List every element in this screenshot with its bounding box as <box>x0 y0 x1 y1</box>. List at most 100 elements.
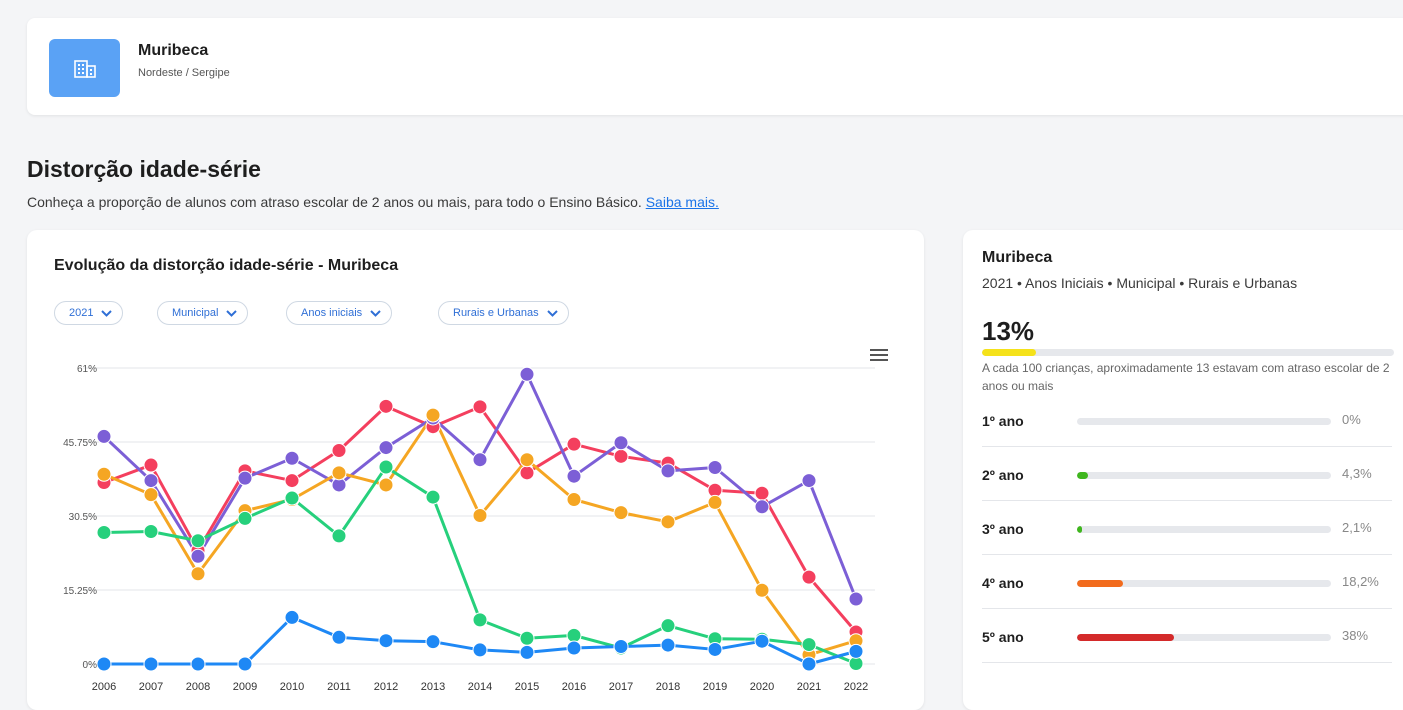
data-point <box>801 637 817 653</box>
data-point <box>707 494 723 510</box>
city-name: Muribeca <box>138 42 209 59</box>
grade-row: 1º ano 0% <box>982 393 1392 447</box>
series-line <box>103 465 857 665</box>
grade-label: 1º ano <box>982 413 1024 429</box>
grade-label: 4º ano <box>982 575 1024 591</box>
data-point <box>754 485 770 501</box>
data-point <box>660 637 676 653</box>
grade-label: 3º ano <box>982 521 1024 537</box>
data-point <box>331 629 347 645</box>
grade-row: 2º ano 4,3% <box>982 447 1392 501</box>
grade-bar <box>1077 634 1331 641</box>
learn-more-link[interactable]: Saiba mais. <box>646 194 719 210</box>
grade-value: 0% <box>1342 412 1361 427</box>
grade-value: 4,3% <box>1342 466 1372 481</box>
data-point <box>237 510 253 526</box>
x-tick-label: 2016 <box>562 681 586 691</box>
summary-title: Muribeca <box>982 249 1053 266</box>
data-point <box>801 656 817 672</box>
data-point <box>378 633 394 649</box>
data-point <box>566 640 582 656</box>
data-point <box>378 459 394 475</box>
data-point <box>378 398 394 414</box>
data-point <box>378 477 394 493</box>
section-title: Distorção idade-série <box>27 156 261 182</box>
city-card: Muribeca Nordeste / Sergipe <box>27 18 1403 115</box>
data-point <box>96 428 112 444</box>
x-tick-label: 2014 <box>468 681 492 691</box>
data-point <box>237 656 253 672</box>
data-point <box>566 468 582 484</box>
data-point <box>613 448 629 464</box>
grade-bar-fill <box>1077 526 1083 533</box>
data-point <box>660 514 676 530</box>
data-point <box>331 442 347 458</box>
data-point <box>143 457 159 473</box>
data-point <box>472 508 488 524</box>
data-point <box>519 644 535 660</box>
data-point <box>190 656 206 672</box>
data-point <box>143 656 159 672</box>
x-tick-label: 2020 <box>750 681 774 691</box>
x-tick-label: 2021 <box>797 681 821 691</box>
summary-progress-bar <box>982 349 1394 356</box>
x-tick-label: 2015 <box>515 681 539 691</box>
data-point <box>425 407 441 423</box>
x-tick-label: 2008 <box>186 681 210 691</box>
line-chart: 0% 15.25% 30.5% 45.75% 61% 2006 2007 2008 2009 20… <box>63 364 875 691</box>
grade-label: 5º ano <box>982 629 1024 645</box>
data-point <box>707 459 723 475</box>
grade-bar <box>1077 418 1331 425</box>
x-tick-label: 2011 <box>327 681 351 691</box>
grade-bar-fill <box>1077 472 1088 479</box>
data-point <box>707 641 723 657</box>
data-point <box>472 612 488 628</box>
data-point <box>801 473 817 489</box>
data-point <box>566 492 582 508</box>
x-tick-label: 2019 <box>703 681 727 691</box>
data-point <box>425 634 441 650</box>
grade-value: 2,1% <box>1342 520 1372 535</box>
grade-row: 4º ano 18,2% <box>982 555 1392 609</box>
grade-bar <box>1077 580 1331 587</box>
summary-card: Muribeca 2021 • Anos Iniciais • Municipa… <box>963 230 1403 710</box>
data-point <box>284 450 300 466</box>
data-point <box>754 633 770 649</box>
data-point <box>472 452 488 468</box>
x-tick-label: 2009 <box>233 681 257 691</box>
data-point <box>848 643 864 659</box>
data-point <box>378 440 394 456</box>
data-point <box>754 582 770 598</box>
y-tick-label: 45.75% <box>63 438 97 449</box>
data-point <box>613 435 629 451</box>
data-point <box>331 528 347 544</box>
grade-row: 3º ano 2,1% <box>982 501 1392 555</box>
summary-note: A cada 100 crianças, aproximadamente 13 … <box>982 361 1390 393</box>
x-tick-label: 2022 <box>844 681 868 691</box>
data-point <box>519 465 535 481</box>
x-tick-label: 2012 <box>374 681 398 691</box>
data-point <box>519 452 535 468</box>
y-tick-label: 0% <box>83 660 98 671</box>
summary-subtitle: 2021 • Anos Iniciais • Municipal • Rurai… <box>982 275 1298 291</box>
grade-label: 2º ano <box>982 467 1024 483</box>
data-point <box>425 489 441 505</box>
data-point <box>754 499 770 515</box>
grade-value: 38% <box>1342 628 1369 643</box>
grade-value: 18,2% <box>1342 574 1379 589</box>
summary-percent: 13% <box>982 316 1035 346</box>
grade-bar-fill <box>1077 634 1174 641</box>
grade-row: 5º ano 38% <box>982 609 1392 663</box>
data-point <box>660 618 676 634</box>
data-point <box>143 473 159 489</box>
data-point <box>519 630 535 646</box>
data-point <box>613 505 629 521</box>
data-point <box>848 591 864 607</box>
data-point <box>96 524 112 540</box>
data-point <box>472 399 488 415</box>
city-region: Nordeste / Sergipe <box>138 67 230 79</box>
section-description-text: Conheça a proporção de alunos com atraso… <box>27 194 642 210</box>
y-tick-label: 30.5% <box>69 512 97 523</box>
data-point <box>96 466 112 482</box>
data-point <box>143 487 159 503</box>
